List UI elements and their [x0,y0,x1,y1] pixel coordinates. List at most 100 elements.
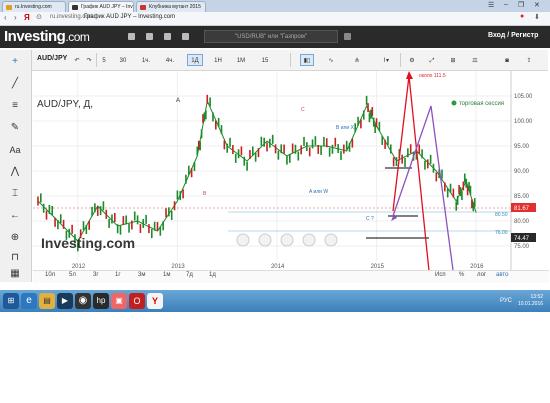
chrome-ish-icon[interactable]: ◉ [75,293,91,309]
clock-date: 10.01.2016 [518,301,544,307]
printer-icon[interactable]: ▣ [111,293,127,309]
timeframe-5y[interactable]: 5л [69,272,76,278]
explorer-icon[interactable]: ▤ [39,293,55,309]
candle-bar [283,144,285,154]
indicators-icon[interactable]: ⋔ [350,54,364,66]
media-icon[interactable]: ▶ [57,293,73,309]
minimize-icon[interactable]: – [504,1,508,8]
share-icon[interactable]: ⇪ [522,54,536,66]
browser-tab-1[interactable]: ru.Investing.com [2,1,66,12]
fullscreen-icon[interactable]: ⤢ [426,54,438,66]
scale-option-percent[interactable]: % [459,272,464,278]
interval-30[interactable]: 30 [116,54,130,66]
timeframe-7d[interactable]: 7д [186,272,193,278]
close-icon[interactable]: ✕ [534,1,540,9]
briefcase-icon[interactable] [128,33,135,40]
candle-bar [142,218,145,228]
scale-option-log[interactable]: лог [477,272,486,278]
brush-icon[interactable]: ✎ [6,120,24,136]
crosshair-icon[interactable]: + [6,54,24,70]
timeframe-1y[interactable]: 1г [115,272,121,278]
candle-bar [246,161,248,171]
camera-icon[interactable]: ◙ [500,54,514,66]
settings-icon[interactable]: ⚙ [406,54,418,66]
menu-icon[interactable]: ☰ [488,1,494,9]
maximize-icon[interactable]: ❐ [518,1,524,9]
reset-zoom-icon[interactable] [280,233,294,247]
notification-icon[interactable]: ● [520,13,524,20]
language-indicator[interactable]: РУС [500,298,512,304]
candle-bar [288,153,291,163]
candle-bar [455,201,458,211]
timeframe-3m[interactable]: 3м [138,272,145,278]
candle-bar [446,188,449,198]
studies-icon[interactable]: ⌇▾ [378,54,394,66]
zoom-plus-right-icon[interactable] [324,233,338,247]
zoom-plus-icon[interactable] [302,233,316,247]
login-link[interactable]: Вход / Регистр [488,32,538,39]
candle-bar [407,148,409,158]
interval-1w[interactable]: 1Н [210,54,226,66]
interval-1h[interactable]: 1ч. [138,54,154,66]
zoom-minus-left-icon[interactable] [236,233,250,247]
zoom-icon[interactable]: ⊕ [6,230,24,246]
hp-icon[interactable]: hp [93,293,109,309]
chart-icon[interactable] [164,33,171,40]
candles-icon[interactable]: ▮▯ [300,54,314,66]
symbol-label[interactable]: AUD/JPY [37,55,67,62]
interval-4h[interactable]: 4ч. [162,54,178,66]
candle-bar [472,202,475,212]
candle-bar [368,113,371,123]
measure-icon[interactable]: ⌶ [6,186,24,202]
scale-option-auto[interactable]: авто [496,272,508,278]
ie-icon[interactable]: e [21,293,37,309]
browser-tab-3[interactable]: Клубника мутант 2015 [136,1,206,12]
timeframe-1m[interactable]: 1м [163,272,170,278]
download-icon[interactable]: ⬇ [534,13,540,21]
trendline-icon[interactable]: ╱ [6,76,24,92]
search-input[interactable]: "USD/RUB" или "Газпром" [204,30,338,43]
tab-favicon-icon [140,5,146,10]
system-clock[interactable]: 13:52 10.01.2016 [518,294,543,308]
interval-1d[interactable]: 1Д [187,54,203,66]
interval-1m[interactable]: 1М [233,54,249,66]
calendar-icon[interactable] [146,33,153,40]
interval-15[interactable]: 15 [258,54,272,66]
back-icon[interactable]: ‹ [4,13,7,22]
magnet-icon[interactable]: ⊓ [6,250,24,266]
news-icon[interactable] [182,33,189,40]
session-label: торговая сессия [459,101,504,107]
compare-icon[interactable]: ⊞ [446,54,460,66]
investing-logo[interactable]: Investing.com [4,28,90,45]
line-chart-icon[interactable]: ∿ [324,54,338,66]
search-icon[interactable] [344,33,351,40]
balance-icon[interactable]: ⚖ [468,54,482,66]
zoom-minus-icon[interactable] [258,233,272,247]
separator [96,53,97,67]
undo-icon[interactable]: ↶ [72,54,82,66]
price-chart[interactable]: AUD/JPY, Д, торговая сессия около 111.5 … [33,71,549,281]
pattern-icon[interactable]: ⋀ [6,164,24,180]
text-icon[interactable]: Aa [6,142,24,158]
chart-canvas[interactable]: AUD/JPY, Д, торговая сессия около 111.5 … [33,71,549,272]
browser-tab-2[interactable]: График AUD JPY – Inv [68,1,134,12]
candle-bar [343,144,345,154]
hline-icon[interactable]: ≡ [6,98,24,114]
scale-option-1[interactable]: Исп [435,272,446,278]
forward-icon[interactable]: › [14,13,17,22]
interval-5[interactable]: 5 [98,54,110,66]
timeframe-3y[interactable]: 3г [93,272,99,278]
opera-icon[interactable]: O [129,293,145,309]
timeframe-1d[interactable]: 1д [209,272,216,278]
yandex-icon[interactable]: Y [147,293,163,309]
redo-icon[interactable]: ↷ [84,54,94,66]
timeframe-10y[interactable]: 10л [45,272,55,278]
candle-bar [418,144,421,154]
start-button[interactable]: ⊞ [3,293,19,309]
yandex-logo-icon[interactable]: Я [24,13,30,22]
candle-bar [125,215,127,225]
ruler-icon[interactable]: ▦ [6,266,24,282]
candle-bar [234,153,237,163]
candle-bar [116,224,119,234]
arrow-left-icon[interactable]: ← [6,208,24,224]
